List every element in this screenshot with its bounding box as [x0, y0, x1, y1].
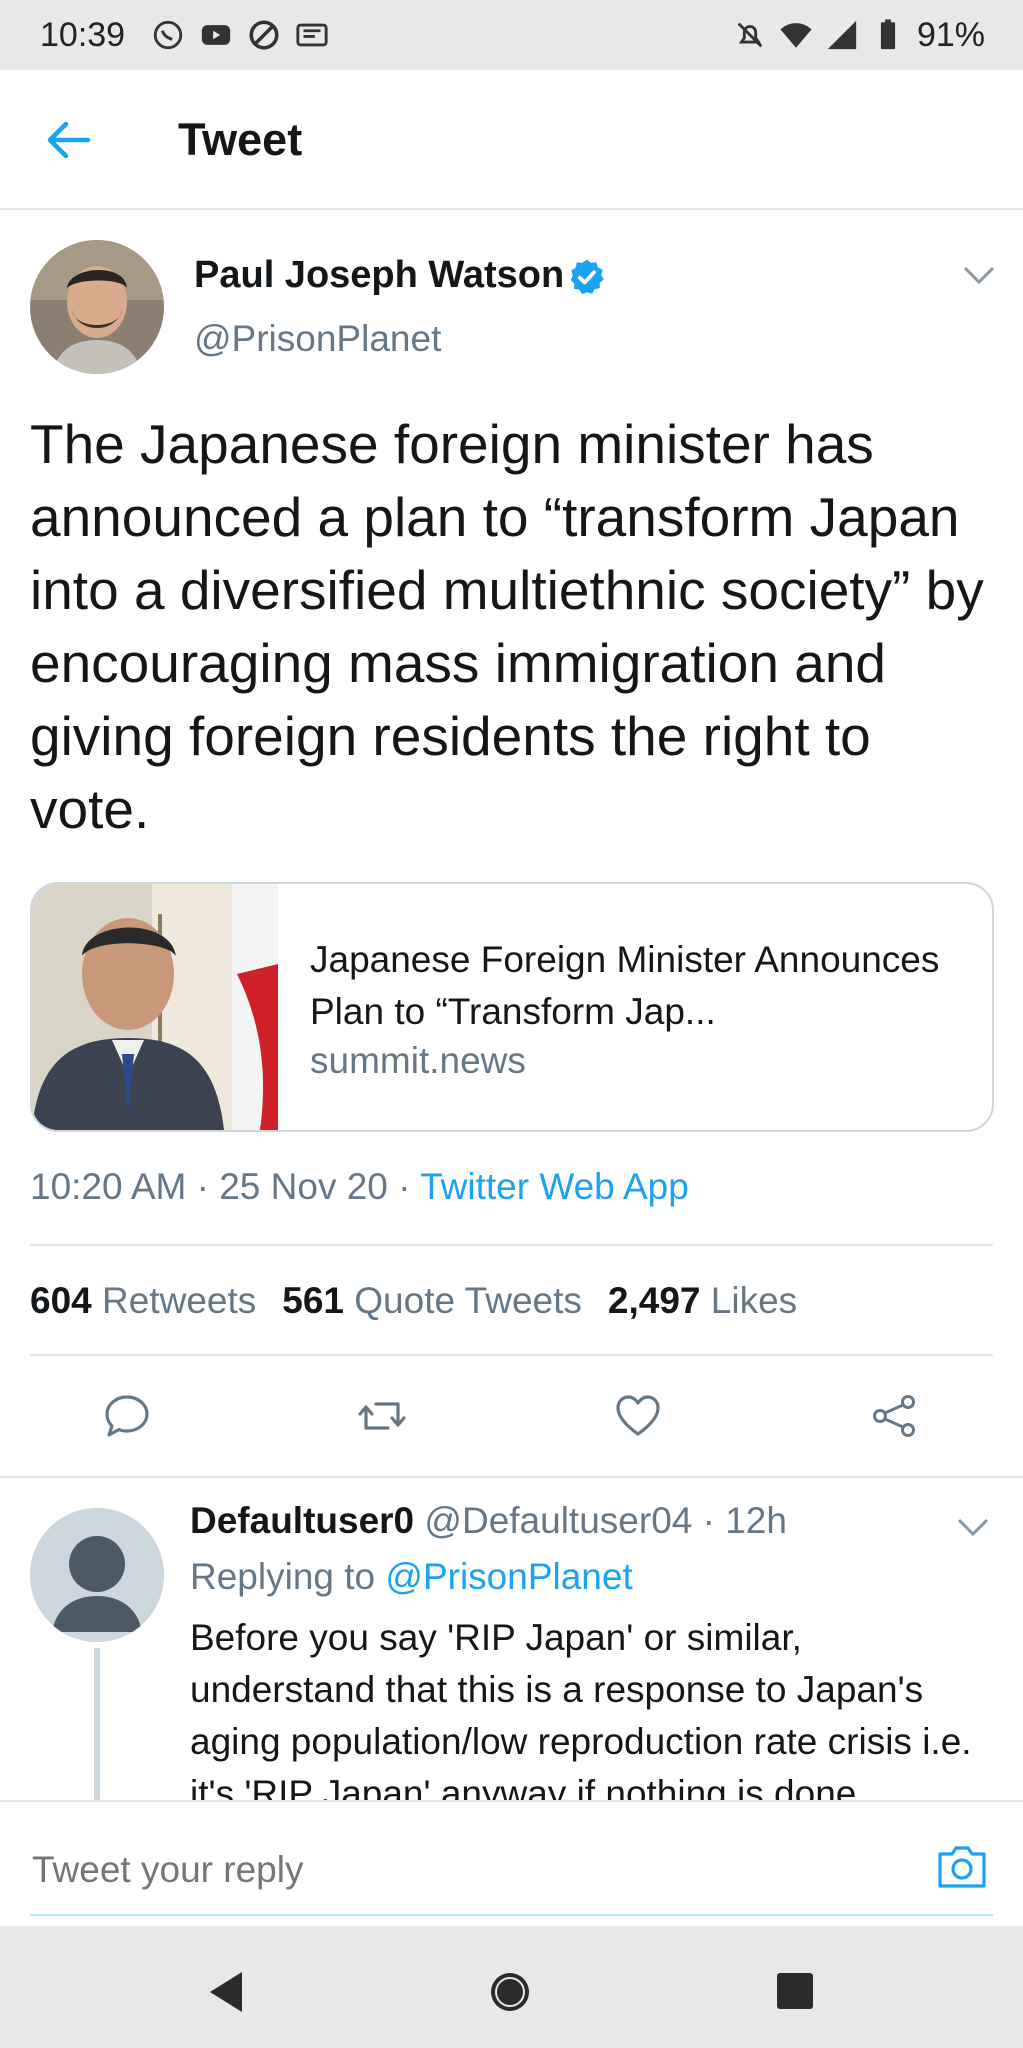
retweet-icon[interactable] — [358, 1392, 406, 1440]
likes-count: 2,497 — [607, 1280, 701, 1321]
link-card[interactable]: Japanese Foreign Minister Announces Plan… — [30, 882, 994, 1132]
retweets-stat[interactable]: 604 Retweets — [30, 1280, 256, 1321]
retweets-label: Retweets — [102, 1280, 257, 1321]
share-icon[interactable] — [870, 1392, 918, 1440]
reply-handle-time[interactable]: @Defaultuser04 · 12h — [414, 1500, 787, 1541]
author-handle[interactable]: @PrisonPlanet — [194, 318, 441, 360]
replying-to: Replying to @PrisonPlanet — [190, 1556, 633, 1598]
reply-header: Defaultuser0 @Defaultuser04 · 12h — [190, 1500, 787, 1542]
likes-label: Likes — [710, 1280, 798, 1321]
status-time: 10:39 — [40, 15, 126, 54]
silent-icon — [737, 22, 763, 48]
card-thumbnail — [32, 884, 278, 1130]
likes-stat[interactable]: 2,497 Likes — [608, 1280, 797, 1321]
reply-author-name[interactable]: Defaultuser0 — [190, 1500, 414, 1541]
divider — [30, 1244, 993, 1246]
retweets-count: 604 — [30, 1280, 92, 1321]
back-arrow-icon[interactable] — [44, 118, 92, 162]
system-nav-bar — [0, 1926, 1023, 2048]
chevron-down-icon[interactable] — [962, 264, 996, 286]
tweet-meta: 10:20 AM · 25 Nov 20 · Twitter Web App — [30, 1166, 689, 1208]
card-title: Japanese Foreign Minister Announces Plan… — [310, 939, 940, 1032]
blocked-icon — [249, 20, 279, 50]
thread-line — [94, 1648, 100, 1800]
app-bar: Tweet — [0, 70, 1023, 210]
whatsapp-icon — [153, 20, 183, 50]
chevron-down-icon[interactable] — [956, 1516, 990, 1538]
divider — [30, 1354, 993, 1356]
quotes-count: 561 — [282, 1280, 344, 1321]
wifi-icon — [780, 23, 812, 48]
reply-icon[interactable] — [103, 1392, 151, 1440]
tweet-timestamp: 10:20 AM · 25 Nov 20 · — [30, 1166, 421, 1207]
nav-recents-icon[interactable] — [776, 1972, 814, 2010]
reply-composer — [0, 1800, 1023, 1928]
tweet-text: The Japanese foreign minister has announ… — [30, 413, 984, 840]
reply-avatar[interactable] — [30, 1508, 164, 1642]
reply-text: Before you say 'RIP Japan' or similar, u… — [190, 1617, 972, 1800]
status-bar: 10:39 91% — [0, 0, 1023, 70]
battery-icon — [880, 19, 896, 50]
replying-mention[interactable]: @PrisonPlanet — [385, 1556, 632, 1597]
camera-icon[interactable] — [936, 1842, 988, 1890]
tweet-stats: 604 Retweets 561 Quote Tweets 2,497 Likes — [30, 1280, 797, 1322]
author-avatar[interactable] — [30, 240, 164, 374]
cast-icon — [296, 23, 328, 47]
like-heart-icon[interactable] — [614, 1392, 662, 1440]
nav-back-icon[interactable] — [206, 1970, 246, 2014]
author-name[interactable]: Paul Joseph Watson — [194, 254, 564, 297]
reply-input[interactable] — [30, 1848, 834, 1892]
input-underline — [30, 1914, 993, 1916]
youtube-icon — [201, 25, 231, 45]
card-domain: summit.news — [310, 1040, 526, 1081]
nav-home-icon[interactable] — [488, 1970, 532, 2014]
battery-level: 91% — [916, 15, 985, 54]
section-divider — [0, 1476, 1023, 1478]
quotes-label: Quote Tweets — [354, 1280, 582, 1321]
signal-icon — [827, 20, 857, 50]
tweet-source-link[interactable]: Twitter Web App — [420, 1166, 689, 1207]
verified-badge-icon — [570, 259, 604, 295]
page-title: Tweet — [178, 114, 303, 165]
quotes-stat[interactable]: 561 Quote Tweets — [282, 1280, 582, 1321]
replying-label: Replying to — [190, 1556, 386, 1597]
